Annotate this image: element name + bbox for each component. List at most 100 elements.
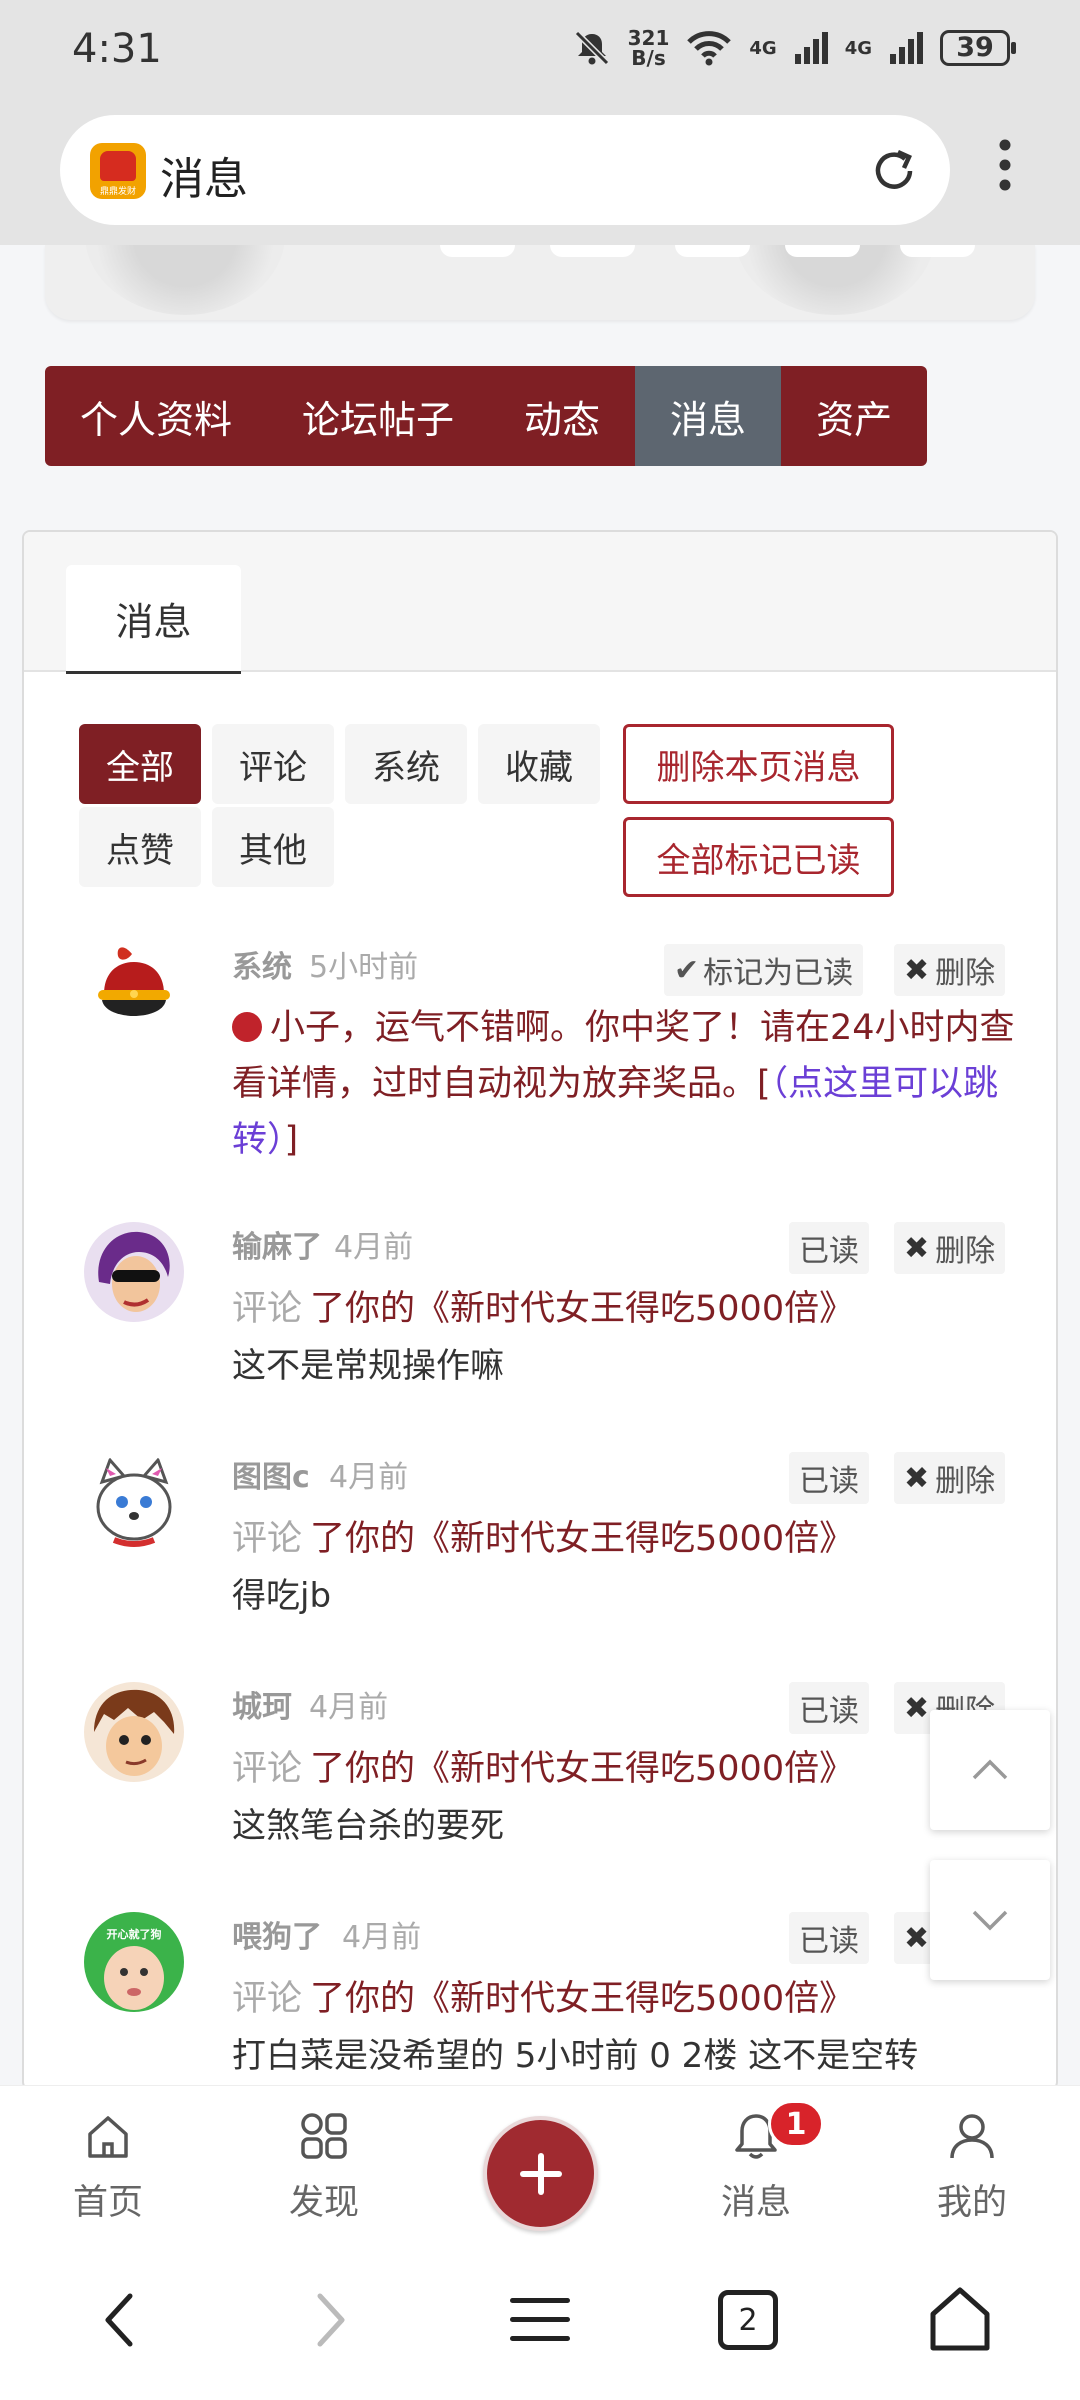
plus-icon bbox=[519, 2152, 562, 2195]
check-icon: ✔ bbox=[674, 952, 700, 988]
logo-text: 鼎鼎发财 bbox=[99, 187, 136, 197]
comment-text: 这不是常规操作嘛 bbox=[232, 1346, 504, 1386]
post-link[interactable]: 了你的《新时代女王得吃5000倍》 bbox=[310, 1749, 854, 1789]
signal-type-2: 4G bbox=[844, 37, 872, 59]
banner-decoration bbox=[85, 245, 285, 315]
page-title: 消息 bbox=[160, 154, 248, 205]
banner-stat bbox=[900, 245, 975, 257]
browser-bar: 鼎鼎发财 消息 bbox=[0, 105, 1080, 245]
tabs-count-button[interactable]: 2 bbox=[718, 2290, 778, 2350]
banner-stat bbox=[550, 245, 635, 257]
menu-icon[interactable] bbox=[508, 2292, 572, 2348]
read-status-button[interactable]: 已读 bbox=[789, 1912, 869, 1964]
signal-type-1: 4G bbox=[749, 37, 777, 59]
tab-forum-posts[interactable]: 论坛帖子 bbox=[267, 366, 490, 466]
post-link[interactable]: 了你的《新时代女王得吃5000倍》 bbox=[310, 1979, 854, 2019]
filter-comment[interactable]: 评论 bbox=[212, 724, 334, 804]
avatar bbox=[84, 1452, 184, 1552]
delete-page-messages-button[interactable]: 删除本页消息 bbox=[623, 724, 894, 804]
nav-messages[interactable]: 1 消息 bbox=[686, 2100, 826, 2225]
logo-bag-shape bbox=[100, 151, 136, 181]
avatar bbox=[84, 1222, 184, 1322]
close-icon: ✖ bbox=[904, 952, 930, 988]
message-time: 4月前 bbox=[334, 1230, 414, 1265]
more-menu-icon[interactable] bbox=[985, 135, 1025, 195]
read-status-button[interactable]: 已读 bbox=[789, 1452, 869, 1504]
cell-signal-icon bbox=[794, 32, 828, 64]
message-time: 4月前 bbox=[309, 1690, 389, 1725]
user-icon bbox=[950, 2114, 994, 2159]
post-link[interactable]: 了你的《新时代女王得吃5000倍》 bbox=[310, 1289, 854, 1329]
message-item: 输麻了 4月前 已读 ✖ 删除 评论 了你的《新时代女王得吃5000倍》 这不是常… bbox=[24, 1222, 1056, 1442]
tab-assets[interactable]: 资产 bbox=[781, 366, 928, 466]
close-icon: ✖ bbox=[904, 1920, 930, 1956]
card-tab-messages[interactable]: 消息 bbox=[66, 565, 241, 674]
mark-read-button[interactable]: ✔ 标记为已读 bbox=[664, 944, 864, 996]
banner-stat bbox=[675, 245, 750, 257]
grid-icon bbox=[301, 2113, 347, 2159]
system-nav-bar: 2 bbox=[0, 2240, 1080, 2400]
close-icon: ✖ bbox=[904, 1690, 930, 1726]
avatar bbox=[84, 932, 184, 1032]
back-icon[interactable] bbox=[100, 2290, 140, 2350]
status-icons: 321 B/s 4G 4G 39 bbox=[572, 26, 1016, 70]
nav-home[interactable]: 首页 bbox=[38, 2108, 178, 2225]
tab-messages[interactable]: 消息 bbox=[635, 366, 782, 466]
close-icon: ✖ bbox=[904, 1230, 930, 1266]
avatar: 开心就了狗 bbox=[84, 1912, 184, 2012]
home-outline-icon[interactable] bbox=[925, 2284, 995, 2354]
refresh-icon[interactable] bbox=[868, 145, 920, 197]
delete-button[interactable]: ✖ 删除 bbox=[894, 944, 1006, 996]
message-time: 5小时前 bbox=[309, 950, 419, 985]
read-status-button[interactable]: 已读 bbox=[789, 1222, 869, 1274]
app-logo: 鼎鼎发财 bbox=[90, 143, 146, 199]
message-time: 4月前 bbox=[329, 1460, 409, 1495]
system-helmet-icon bbox=[98, 947, 170, 1016]
nav-mine[interactable]: 我的 bbox=[902, 2108, 1042, 2225]
wifi-icon bbox=[687, 31, 732, 66]
delete-button[interactable]: ✖ 删除 bbox=[894, 1452, 1006, 1504]
profile-tabs: 个人资料 论坛帖子 动态 消息 资产 bbox=[45, 366, 928, 466]
message-time: 4月前 bbox=[342, 1920, 422, 1955]
banner-stat bbox=[440, 245, 515, 257]
chevron-up-icon bbox=[972, 1759, 1008, 1780]
bottom-nav: 首页 发现 1 消息 我的 bbox=[0, 2085, 1080, 2240]
create-post-button[interactable] bbox=[483, 2116, 598, 2231]
mute-bell-icon bbox=[574, 30, 609, 66]
tab-profile[interactable]: 个人资料 bbox=[45, 366, 268, 466]
message-body: 小子，运气不错啊。你中奖了！请在24小时内查看详情，过时自动视为放弃奖品。[（点… bbox=[232, 1008, 1015, 1160]
read-status-button[interactable]: 已读 bbox=[789, 1682, 869, 1734]
messages-card: 消息 全部 评论 系统 收藏 点赞 其他 删除本页消息 全部标记已读 系统 5小… bbox=[22, 530, 1058, 2090]
cell-signal-icon bbox=[890, 32, 923, 64]
scroll-bottom-button[interactable] bbox=[930, 1860, 1050, 1980]
message-sender: 系统 bbox=[232, 950, 292, 985]
chevron-down-icon bbox=[972, 1910, 1008, 1931]
profile-banner bbox=[45, 245, 1035, 320]
home-icon bbox=[88, 2116, 128, 2158]
forward-icon[interactable] bbox=[310, 2290, 350, 2350]
message-item: 开心就了狗 喂狗了 4月前 已读 ✖ 评论 了你的《新时代女王得吃5000倍》 打… bbox=[24, 1912, 1056, 2088]
tab-activity[interactable]: 动态 bbox=[489, 366, 636, 466]
message-sender: 喂狗了 bbox=[232, 1920, 322, 1955]
comment-line: 评论 了你的《新时代女王得吃5000倍》 bbox=[232, 1979, 855, 2019]
close-icon: ✖ bbox=[904, 1460, 930, 1496]
post-link[interactable]: 了你的《新时代女王得吃5000倍》 bbox=[310, 1519, 854, 1559]
comment-text: 打白菜是没希望的 5小时前 0 2楼 这不是空转 bbox=[232, 2036, 919, 2076]
filter-favorite[interactable]: 收藏 bbox=[478, 724, 600, 804]
filter-like[interactable]: 点赞 bbox=[79, 807, 201, 887]
banner-stat bbox=[785, 245, 860, 257]
mark-all-read-button[interactable]: 全部标记已读 bbox=[623, 817, 894, 897]
scroll-top-button[interactable] bbox=[930, 1710, 1050, 1830]
battery-indicator: 39 bbox=[940, 30, 1016, 66]
delete-button[interactable]: ✖ 删除 bbox=[894, 1222, 1006, 1274]
address-bar[interactable]: 鼎鼎发财 消息 bbox=[60, 115, 950, 225]
net-speed: 321 B/s bbox=[627, 26, 670, 70]
message-item: 系统 5小时前 ✔ 标记为已读 ✖ 删除 小子，运气不错啊。你中奖了！请在24小… bbox=[24, 932, 1056, 1202]
card-header: 消息 bbox=[24, 532, 1056, 674]
filter-all[interactable]: 全部 bbox=[79, 724, 201, 804]
nav-discover[interactable]: 发现 bbox=[254, 2108, 394, 2225]
comment-text: 得吃jb bbox=[232, 1576, 332, 1616]
filter-other[interactable]: 其他 bbox=[212, 807, 334, 887]
message-sender: 输麻了 bbox=[232, 1230, 322, 1265]
filter-system[interactable]: 系统 bbox=[345, 724, 467, 804]
